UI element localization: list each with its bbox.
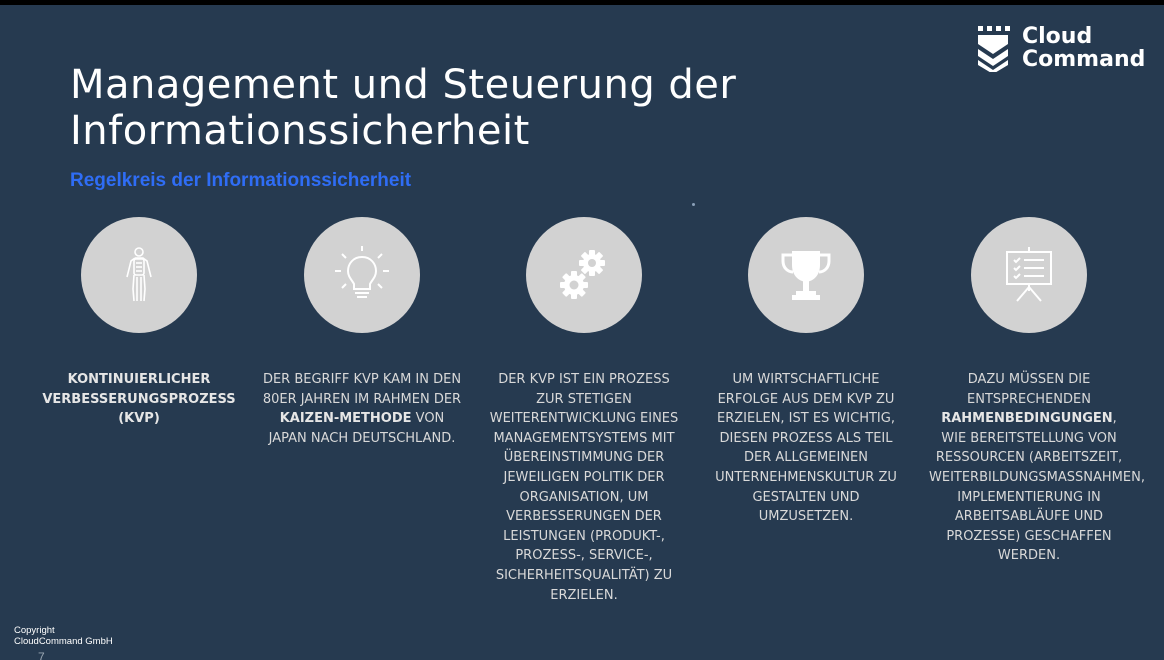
icon-circle xyxy=(748,217,864,333)
logo-line-2: Command xyxy=(1022,47,1146,72)
text-segment: Dazu müssen die entsprechenden xyxy=(967,372,1091,407)
column-text: Der KVP ist ein Prozess zur stetigen Wei… xyxy=(484,370,684,605)
presentation-board-icon xyxy=(1006,247,1052,302)
icon-circle xyxy=(304,217,420,333)
copyright-line-1: Copyright xyxy=(14,625,55,636)
column-text: Um wirtschaftliche Erfolge aus dem KVP z… xyxy=(706,370,906,527)
shield-chevron-icon xyxy=(978,26,1010,72)
text-segment-bold: Kaizen-Methode xyxy=(279,411,412,427)
column-text: Der Begriff KVP kam in den 80er Jahren i… xyxy=(262,370,462,448)
presentation-slide: Management und Steuerung der Information… xyxy=(0,5,1164,660)
logo-wordmark: Cloud Command xyxy=(1022,25,1145,71)
icon-circle xyxy=(526,217,642,333)
text-segment: Um wirtschaftliche Erfolge aus dem KVP z… xyxy=(715,372,897,525)
text-segment: Kontinuierlicher Verbesserungsprozess (K… xyxy=(42,372,236,427)
lightbulb-icon xyxy=(335,246,389,298)
slide-title-line-1: Management und Steuerung der xyxy=(70,62,737,108)
slide-title: Management und Steuerung der Information… xyxy=(70,62,736,154)
icon-circle xyxy=(81,217,197,333)
cloud-command-logo: Cloud Command xyxy=(976,24,1145,72)
trophy-icon xyxy=(781,251,831,300)
logo-line-1: Cloud xyxy=(1022,24,1093,49)
column-text: Kontinuierlicher Verbesserungsprozess (K… xyxy=(39,370,239,429)
gears-icon xyxy=(560,250,605,299)
copyright-line-2: CloudCommand GmbH xyxy=(14,636,113,647)
human-body-icon xyxy=(126,247,152,302)
page-number: 7 xyxy=(38,650,45,660)
slide-title-line-2: Informationssicherheit xyxy=(70,108,530,154)
column-text: Dazu müssen die entsprechenden Rahmenbed… xyxy=(929,370,1145,566)
text-segment: Der KVP ist ein Prozess zur stetigen Wei… xyxy=(489,372,679,603)
decorative-dot xyxy=(692,203,695,206)
slide-subtitle: Regelkreis der Informationssicherheit xyxy=(70,170,412,191)
text-segment: Der Begriff KVP kam in den 80er Jahren i… xyxy=(262,372,462,407)
text-segment: , wie Bereitstellung von Ressourcen (Arb… xyxy=(929,411,1145,564)
icon-circle xyxy=(971,217,1087,333)
text-segment-bold: Rahmenbedingungen xyxy=(941,411,1113,427)
copyright-notice: Copyright CloudCommand GmbH xyxy=(14,625,113,647)
